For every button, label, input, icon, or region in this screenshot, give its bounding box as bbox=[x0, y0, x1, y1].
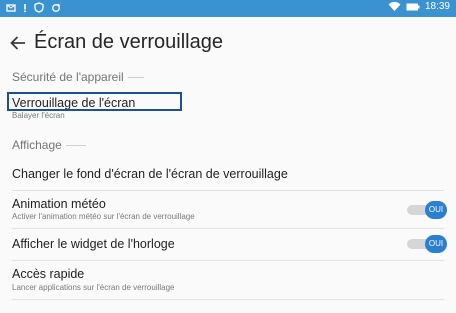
quick-access-item[interactable]: Accès rapide Lancer applications sur l'é… bbox=[0, 264, 456, 298]
clock-widget-toggle[interactable]: OUI bbox=[407, 235, 447, 253]
message-icon bbox=[6, 3, 16, 12]
divider bbox=[12, 228, 444, 229]
moon-icon bbox=[70, 3, 74, 12]
weather-animation-title: Animation météo bbox=[12, 197, 106, 211]
change-wallpaper-title: Changer le fond d'écran de l'écran de ve… bbox=[12, 167, 288, 181]
quick-access-title: Accès rapide bbox=[12, 267, 85, 281]
section-header-label: Sécurité de l'appareil bbox=[12, 70, 124, 84]
section-header-line bbox=[65, 144, 86, 146]
toggle-thumb: OUI bbox=[425, 201, 447, 219]
back-arrow-icon[interactable] bbox=[8, 33, 28, 53]
clock-widget-item[interactable]: Afficher le widget de l'horloge OUI bbox=[0, 232, 456, 256]
page-title: Écran de verrouillage bbox=[34, 31, 223, 53]
section-header-line bbox=[127, 76, 144, 78]
status-time: 18:39 bbox=[424, 1, 450, 12]
clock-widget-title: Afficher le widget de l'horloge bbox=[12, 237, 175, 251]
status-bar: 18:39 bbox=[0, 0, 456, 17]
divider bbox=[12, 190, 444, 191]
toggle-thumb: OUI bbox=[425, 235, 447, 253]
section-header-label: Affichage bbox=[12, 138, 62, 152]
weather-animation-subtitle: Activer l'animation météo sur l'écran de… bbox=[12, 212, 195, 221]
status-bar-left-icons bbox=[6, 2, 77, 13]
wifi-icon bbox=[388, 1, 401, 11]
weather-animation-item[interactable]: Animation météo Activer l'animation mété… bbox=[0, 194, 456, 226]
divider bbox=[12, 260, 444, 261]
sync-icon bbox=[52, 3, 61, 12]
alert-icon bbox=[24, 3, 26, 12]
status-bar-right-icons: 18:39 bbox=[374, 1, 450, 12]
divider bbox=[12, 299, 444, 300]
focus-highlight bbox=[7, 92, 182, 111]
weather-animation-toggle[interactable]: OUI bbox=[407, 201, 447, 219]
shield-icon bbox=[34, 2, 44, 13]
battery-icon bbox=[406, 3, 420, 10]
scroll-fade bbox=[0, 303, 456, 313]
section-header-device-security: Sécurité de l'appareil bbox=[12, 70, 144, 84]
section-header-display: Affichage bbox=[12, 138, 86, 152]
moon-icon bbox=[375, 2, 380, 11]
change-wallpaper-item[interactable]: Changer le fond d'écran de l'écran de ve… bbox=[0, 163, 456, 187]
screen-lock-subtitle: Balayer l'écran bbox=[12, 111, 65, 120]
app-bar: Écran de verrouillage bbox=[0, 17, 456, 69]
quick-access-subtitle: Lancer applications sur l'écran de verro… bbox=[12, 283, 175, 292]
